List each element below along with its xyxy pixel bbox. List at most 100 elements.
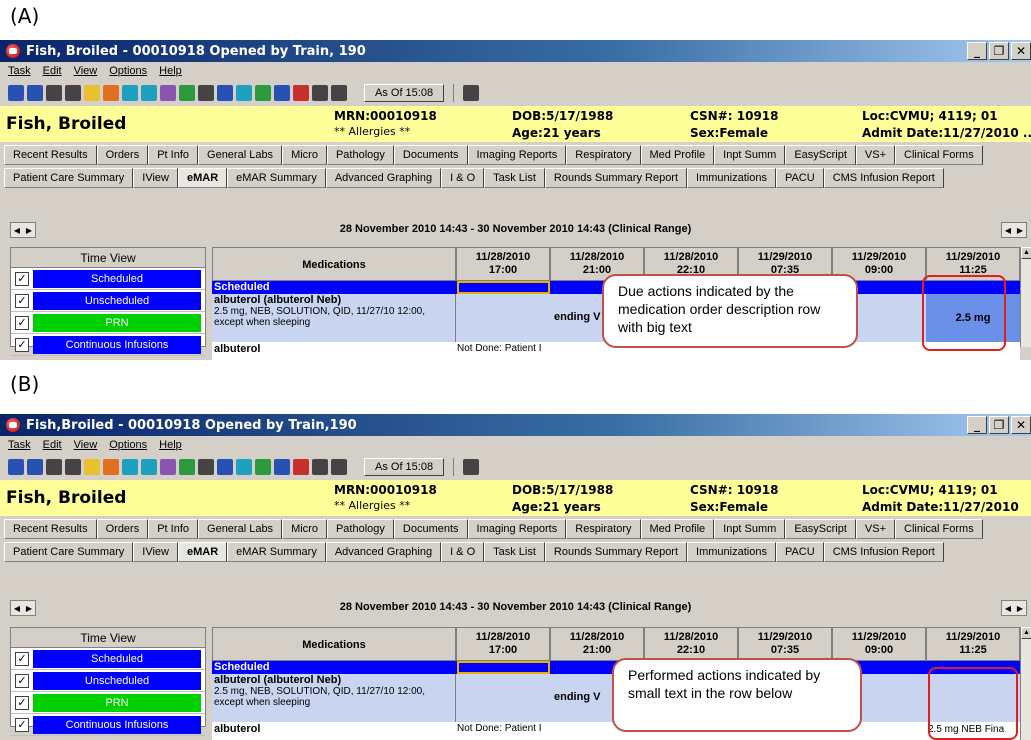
tab-recent-results[interactable]: Recent Results	[4, 519, 97, 539]
column-header[interactable]: 11/29/2010 07:35	[738, 627, 832, 661]
tab-inpt-summ[interactable]: Inpt Summ	[714, 145, 786, 165]
tab-easyscript[interactable]: EasyScript	[785, 519, 856, 539]
forward-arrow-icon[interactable]	[65, 85, 81, 101]
left-arrow-icon[interactable]: ◀	[1005, 604, 1011, 613]
grid-icon[interactable]	[141, 85, 157, 101]
tab-pathology[interactable]: Pathology	[326, 519, 394, 539]
print-icon[interactable]	[331, 85, 347, 101]
back-arrow-icon[interactable]	[46, 459, 62, 475]
chart-icon[interactable]	[27, 85, 43, 101]
grid-icon[interactable]	[141, 459, 157, 475]
tab-respiratory[interactable]: Respiratory	[566, 519, 641, 539]
flag-icon[interactable]	[293, 459, 309, 475]
tab-orders[interactable]: Orders	[96, 519, 149, 539]
back-arrow-icon[interactable]	[46, 85, 62, 101]
menu-help[interactable]: Help	[159, 65, 182, 77]
column-header[interactable]: 11/28/2010 22:10	[644, 627, 738, 661]
globe-icon[interactable]	[255, 85, 271, 101]
selected-cell[interactable]	[457, 661, 550, 674]
arrow-icon[interactable]	[179, 459, 195, 475]
minimize-button[interactable]: _	[967, 42, 987, 60]
check-icon[interactable]: ✓	[15, 651, 29, 666]
check-icon[interactable]: ✓	[15, 271, 29, 286]
tab-iview[interactable]: IView	[133, 542, 178, 562]
hand-icon[interactable]	[103, 85, 119, 101]
tab-orders[interactable]: Orders	[96, 145, 149, 165]
tab-imaging-reports[interactable]: Imaging Reports	[467, 519, 567, 539]
menu-options[interactable]: Options	[109, 439, 147, 451]
people-icon[interactable]	[84, 459, 100, 475]
menu-edit[interactable]: Edit	[43, 439, 62, 451]
check-icon[interactable]: ✓	[15, 315, 29, 330]
minimize-button[interactable]: _	[967, 416, 987, 434]
doc-icon[interactable]	[217, 459, 233, 475]
clock-icon[interactable]	[312, 85, 328, 101]
column-header[interactable]: 11/29/2010 09:00	[832, 627, 926, 661]
unscheduled-button[interactable]: Unscheduled	[33, 671, 201, 690]
tab-imaging-reports[interactable]: Imaging Reports	[467, 145, 567, 165]
tab-pacu[interactable]: PACU	[775, 542, 824, 562]
check-icon[interactable]: ✓	[15, 673, 29, 688]
tab-vs-plus[interactable]: VS+	[855, 519, 896, 539]
continuous-infusions-button[interactable]: Continuous Infusions	[33, 715, 201, 734]
arrow-icon[interactable]	[179, 85, 195, 101]
medications-header[interactable]: Medications	[212, 627, 456, 661]
menu-help[interactable]: Help	[159, 439, 182, 451]
menu-edit[interactable]: Edit	[43, 65, 62, 77]
tab-emar[interactable]: eMAR	[177, 168, 228, 188]
tab-pt-info[interactable]: Pt Info	[148, 519, 199, 539]
check-icon[interactable]: ✓	[15, 717, 29, 732]
window-icon[interactable]	[236, 459, 252, 475]
tab-general-labs[interactable]: General Labs	[198, 145, 283, 165]
doc-icon[interactable]	[217, 85, 233, 101]
tab-easyscript[interactable]: EasyScript	[785, 145, 856, 165]
scroll-up-icon[interactable]: ▲	[1021, 247, 1031, 259]
tab-advanced-graphing[interactable]: Advanced Graphing	[325, 542, 442, 562]
calendar-icon[interactable]	[160, 85, 176, 101]
right-arrow-icon[interactable]: ▶	[1017, 604, 1023, 613]
lab-icon[interactable]	[122, 459, 138, 475]
menu-options[interactable]: Options	[109, 65, 147, 77]
column-header[interactable]: 11/28/2010 21:00	[550, 627, 644, 661]
tab-task-list[interactable]: Task List	[484, 168, 545, 188]
scroll-up-icon[interactable]: ▲	[1021, 627, 1031, 639]
tab-pt-info[interactable]: Pt Info	[148, 145, 199, 165]
column-header[interactable]: 11/29/2010 11:25	[926, 627, 1020, 661]
column-header[interactable]: 11/28/2010 17:00	[456, 247, 550, 281]
continuous-infusions-button[interactable]: Continuous Infusions	[33, 335, 201, 354]
tab-cms-infusion-report[interactable]: CMS Infusion Report	[823, 168, 944, 188]
menu-view[interactable]: View	[74, 65, 98, 77]
print-icon[interactable]	[331, 459, 347, 475]
tab-immunizations[interactable]: Immunizations	[687, 168, 776, 188]
menu-view[interactable]: View	[74, 439, 98, 451]
medication-description[interactable]: albuterol (albuterol Neb) 2.5 mg, NEB, S…	[212, 674, 456, 722]
tab-respiratory[interactable]: Respiratory	[566, 145, 641, 165]
tab-med-profile[interactable]: Med Profile	[640, 145, 715, 165]
right-arrow-icon[interactable]: ▶	[1017, 226, 1023, 235]
tab-inpt-summ[interactable]: Inpt Summ	[714, 519, 786, 539]
forward-arrow-icon[interactable]	[65, 459, 81, 475]
tab-i-and-o[interactable]: I & O	[441, 542, 485, 562]
tab-emar-summary[interactable]: eMAR Summary	[227, 168, 326, 188]
as-of-button[interactable]: As Of 15:08	[364, 84, 445, 102]
as-of-button[interactable]: As Of 15:08	[364, 458, 445, 476]
scheduled-button[interactable]: Scheduled	[33, 269, 201, 288]
card-icon[interactable]	[274, 459, 290, 475]
lab-icon[interactable]	[122, 85, 138, 101]
tab-micro[interactable]: Micro	[282, 145, 327, 165]
scrollbar[interactable]: ▲	[1020, 627, 1031, 740]
people-icon[interactable]	[84, 85, 100, 101]
unscheduled-button[interactable]: Unscheduled	[33, 291, 201, 310]
tab-vs-plus[interactable]: VS+	[855, 145, 896, 165]
close-button[interactable]: ✕	[1011, 42, 1031, 60]
tab-documents[interactable]: Documents	[393, 145, 468, 165]
window-icon[interactable]	[236, 85, 252, 101]
tab-rounds-summary-report[interactable]: Rounds Summary Report	[544, 542, 688, 562]
globe-icon[interactable]	[255, 459, 271, 475]
patient-icon[interactable]	[8, 85, 24, 101]
left-arrow-icon[interactable]: ◀	[1005, 226, 1011, 235]
tab-pathology[interactable]: Pathology	[326, 145, 394, 165]
scrollbar[interactable]: ▲	[1020, 247, 1031, 347]
check-icon[interactable]: ✓	[15, 293, 29, 308]
tab-med-profile[interactable]: Med Profile	[640, 519, 715, 539]
